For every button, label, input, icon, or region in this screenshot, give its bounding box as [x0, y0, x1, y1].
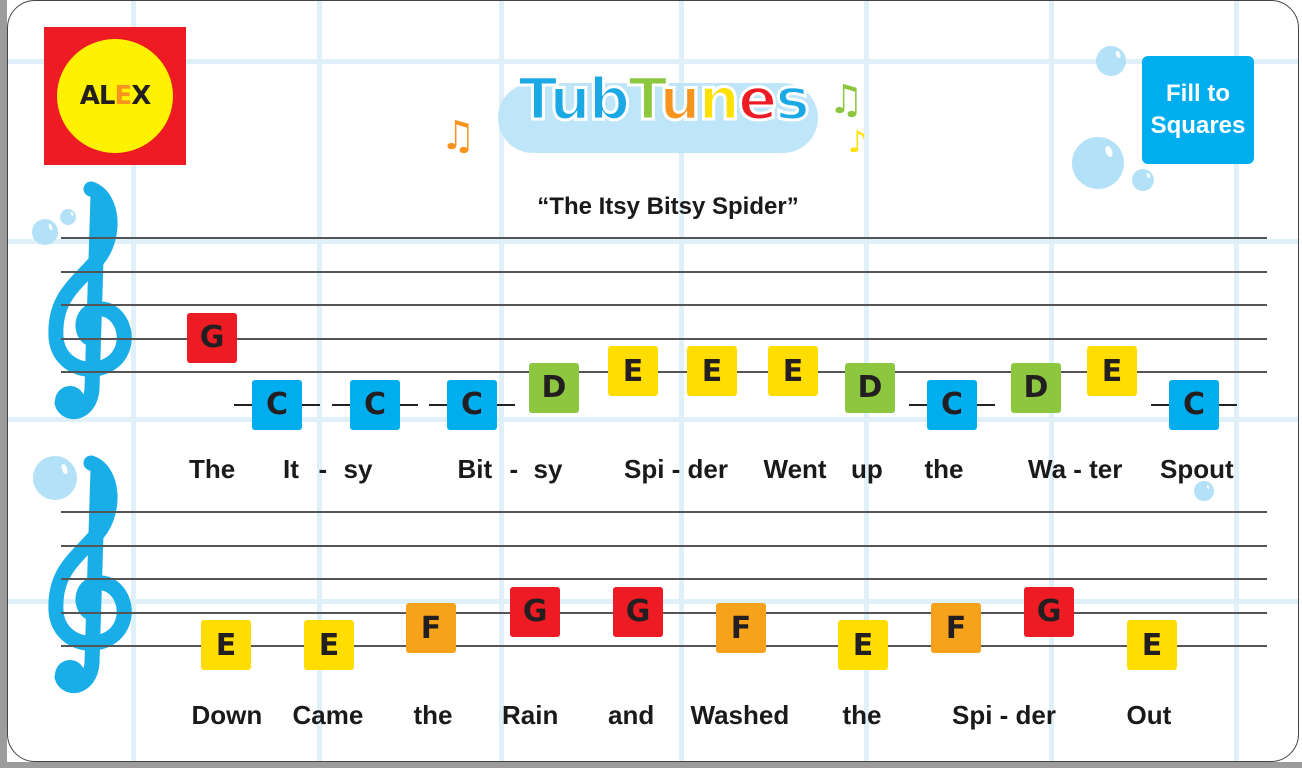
lyric-word: the: [924, 454, 964, 484]
note-square-g: G: [510, 586, 560, 637]
note-square-e: E: [687, 346, 737, 396]
note-square-e: E: [1127, 620, 1177, 670]
bubble-icon: [1096, 46, 1126, 76]
grid-line: [8, 417, 1298, 422]
lyric-word: Rain: [502, 700, 559, 730]
lyric-word: Came: [292, 700, 364, 730]
note-square-g: G: [1024, 586, 1074, 637]
note-square-d: D: [1011, 362, 1061, 413]
song-title: “The Itsy Bitsy Spider”: [537, 193, 799, 220]
lyric-word: Spout: [1160, 454, 1234, 484]
lyric-word: Down: [191, 700, 263, 730]
note-square-g: G: [613, 586, 663, 637]
card-surface: ALEX TubTunes ♫ ♫ ♪ “The Itsy Bitsy Spid…: [7, 0, 1299, 762]
note-square-f: F: [716, 603, 766, 654]
lyric-word: up: [851, 454, 883, 484]
tubtunes-wordmark: TubTunes: [478, 64, 848, 135]
staff-line: [61, 511, 1267, 513]
lyric-word: Went: [763, 454, 827, 484]
staff-line: [61, 270, 1267, 273]
fill-to-squares-label: Fill to Squares: [1142, 56, 1254, 164]
card-shadow-left: [0, 0, 7, 768]
staff-line: [61, 337, 1267, 340]
staff-line: [61, 578, 1267, 580]
note-square-e: E: [608, 346, 658, 396]
treble-clef-icon: [48, 455, 132, 693]
fill-label-line1: Fill to: [1166, 80, 1230, 107]
alex-logo-text: ALEX: [79, 81, 152, 111]
music-note-icon: ♫: [828, 77, 864, 123]
note-square-c: C: [927, 379, 977, 430]
note-square-c: C: [350, 379, 400, 430]
wordmark-letter: b: [587, 64, 631, 135]
note-square-c: C: [1169, 379, 1219, 430]
fill-label-line2: Squares: [1150, 112, 1246, 139]
lyric-word: sy: [343, 454, 373, 484]
staff-line: [61, 611, 1267, 614]
alex-logo-circle: ALEX: [57, 39, 173, 153]
card-shadow-bottom: [0, 762, 1302, 768]
note-square-e: E: [201, 620, 251, 670]
wordmark-letter: T: [627, 64, 663, 135]
note-square-f: F: [406, 603, 456, 654]
wordmark-letter: e: [736, 64, 778, 135]
note-square-e: E: [1087, 346, 1137, 396]
lyric-word: and: [608, 700, 655, 730]
treble-clef-icon: [48, 181, 132, 419]
note-square-e: E: [838, 620, 888, 670]
song-card: ALEX TubTunes ♫ ♫ ♪ “The Itsy Bitsy Spid…: [0, 0, 1302, 768]
note-square-f: F: [931, 603, 981, 654]
bubble-icon: [1072, 137, 1124, 189]
lyric-word: Out: [1126, 700, 1172, 730]
wordmark-letter: u: [548, 64, 592, 135]
lyric-word: Spi - der: [952, 700, 1057, 730]
music-note-icon: ♪: [848, 125, 868, 160]
lyric-word: the: [842, 700, 882, 730]
lyric-word: It: [283, 454, 299, 484]
note-square-c: C: [447, 379, 497, 430]
wordmark-letter: u: [658, 64, 702, 135]
wordmark-letter: n: [697, 64, 741, 135]
wordmark-letter: s: [774, 64, 811, 135]
grid-line: [8, 239, 1298, 244]
alex-logo: ALEX: [44, 27, 186, 165]
lyric-word: -: [318, 454, 328, 484]
tubtunes-logo: TubTunes: [478, 53, 848, 163]
note-square-e: E: [304, 620, 354, 670]
lyric-word: Spi - der: [624, 454, 729, 484]
note-square-e: E: [768, 346, 818, 396]
lyric-word: Washed: [690, 700, 790, 730]
wordmark-letter: T: [517, 64, 553, 135]
lyric-word: The: [189, 454, 236, 484]
lyric-word: Wa - ter: [1028, 454, 1123, 484]
note-square-d: D: [845, 362, 895, 413]
note-square-d: D: [529, 362, 579, 413]
lyric-word: the: [413, 700, 453, 730]
note-square-c: C: [252, 379, 302, 430]
staff-line: [61, 544, 1267, 547]
staff-line: [61, 237, 1267, 239]
bubble-icon: [1132, 169, 1154, 191]
staff-line: [61, 304, 1267, 306]
note-square-g: G: [187, 312, 237, 363]
music-note-icon: ♫: [440, 113, 476, 159]
lyric-word: -: [509, 454, 519, 484]
lyric-word: Bit: [457, 454, 493, 484]
lyric-word: sy: [533, 454, 563, 484]
